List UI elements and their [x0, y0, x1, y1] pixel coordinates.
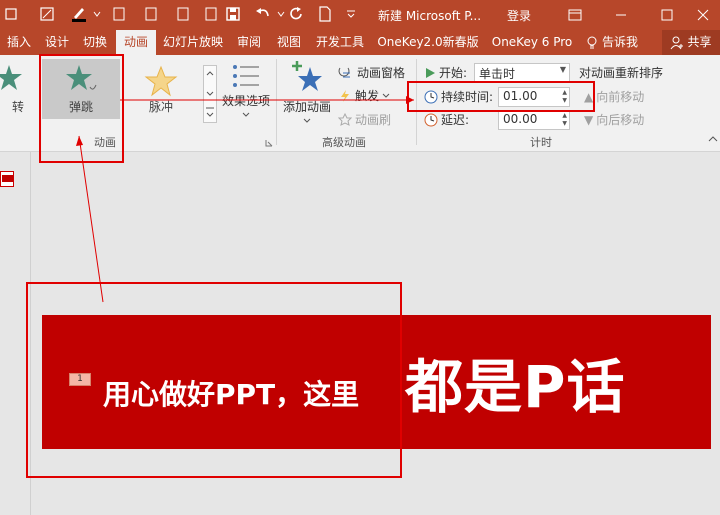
annotation-arrows: [76, 96, 414, 303]
